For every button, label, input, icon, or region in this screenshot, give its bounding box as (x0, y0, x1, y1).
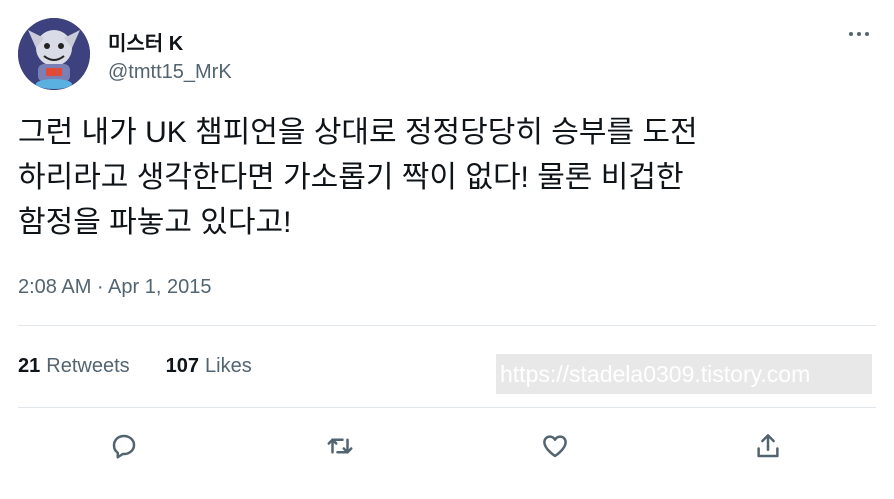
watermark: https://stadela0309.tistory.com (496, 354, 872, 394)
engagement-stats: 21 Retweets 107 Likes (18, 355, 288, 378)
reply-button[interactable] (106, 428, 142, 464)
likes-label: Likes (205, 355, 252, 377)
retweet-button[interactable] (322, 428, 358, 464)
more-dot-icon (865, 32, 869, 36)
avatar-illustration-icon (18, 18, 90, 90)
retweets-label: Retweets (46, 355, 130, 377)
more-dot-icon (857, 32, 861, 36)
reply-icon (112, 434, 136, 459)
retweet-icon (327, 438, 353, 454)
divider (18, 407, 876, 408)
likes-count: 107 (165, 355, 199, 377)
tweet-timestamp[interactable]: 2:08 AM · Apr 1, 2015 (18, 276, 211, 299)
retweets-stat[interactable]: 21 Retweets (18, 355, 130, 378)
tweet-text: 그런 내가 UK 챔피언을 상대로 정정당당히 승부를 도전 하리라고 생각한다… (18, 116, 698, 239)
like-button[interactable] (537, 428, 573, 464)
display-name[interactable]: 미스터 K (108, 27, 183, 56)
avatar[interactable] (18, 18, 90, 90)
user-handle[interactable]: @tmtt15_MrK (108, 61, 232, 84)
more-options-button[interactable] (844, 22, 874, 46)
more-dot-icon (849, 32, 853, 36)
action-bar (0, 418, 894, 474)
share-button[interactable] (750, 428, 786, 464)
divider (18, 325, 876, 326)
likes-stat[interactable]: 107 Likes (166, 355, 252, 378)
retweets-count: 21 (18, 355, 41, 377)
share-icon (757, 434, 779, 458)
like-icon (543, 435, 567, 458)
